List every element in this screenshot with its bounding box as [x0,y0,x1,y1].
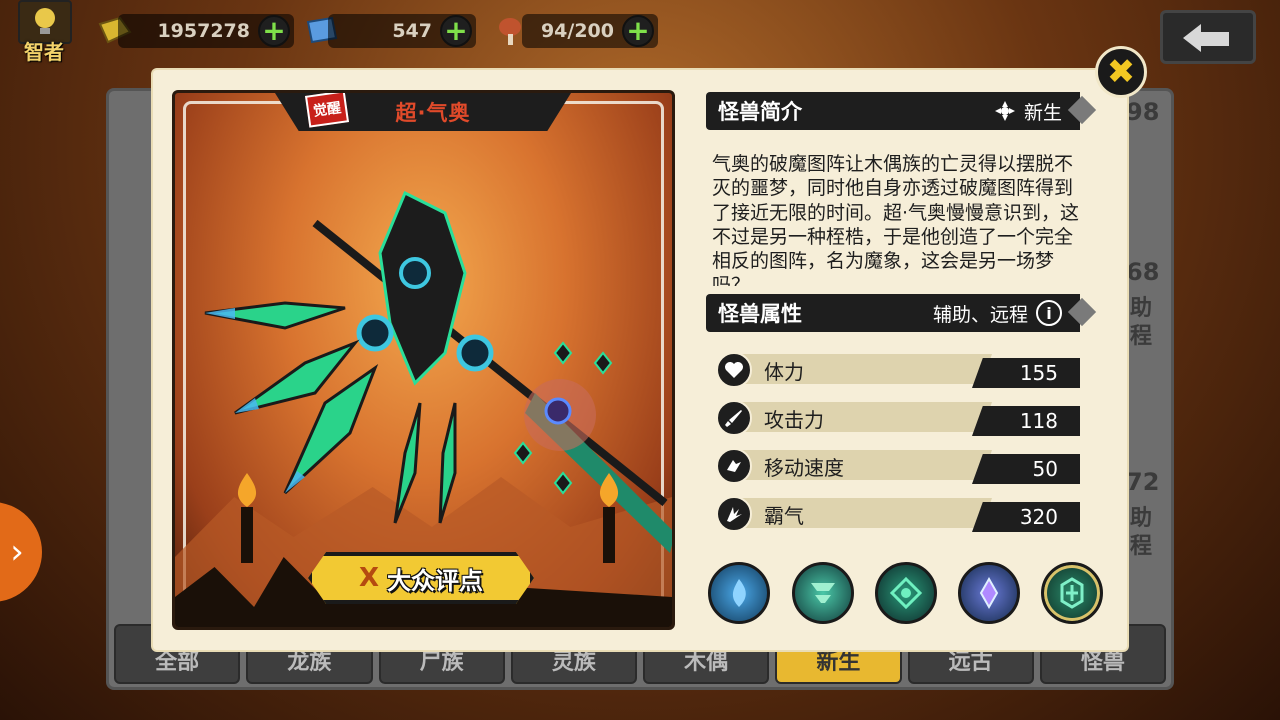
monster-card: 超·气奥 觉醒 [172,90,675,630]
stat-value: 50 [972,454,1080,484]
meat-value: 94/200 [540,20,614,42]
awaken-badge: 觉醒 [304,93,350,128]
speed-icon [716,448,752,484]
attributes-header: 怪兽属性 辅助、远程 i [706,294,1080,332]
stat-label: 攻击力 [764,408,824,432]
lightbulb-icon [35,8,55,34]
blue-flame-skill-icon [732,579,746,607]
stat-value: 118 [972,406,1080,436]
bg-number-1: 98 [1126,98,1160,126]
stat-label: 霸气 [764,504,804,528]
race-label: 新生 [994,98,1062,125]
stat-value: 320 [972,502,1080,532]
close-button[interactable]: ✖ [1095,46,1147,98]
stat-row-dominance: 320 霸气 [716,496,1080,532]
left-torch-icon [237,473,257,563]
heart-icon [716,352,752,388]
top-resource-bar: 智者 1957278 + 547 + 94/200 + [0,0,1280,64]
stat-row-speed: 50 移动速度 [716,448,1080,484]
add-meat-button[interactable]: + [622,15,654,47]
bg-number-2: 68 [1126,258,1160,286]
public-rating-button[interactable]: X 大众评点 [308,552,534,604]
purple-crystal-skill-icon [979,576,999,610]
skill-slot-4[interactable] [958,562,1020,624]
skill-list [708,562,1104,624]
rating-x-icon: X [358,563,380,593]
back-button[interactable] [1160,10,1256,64]
intro-title: 怪兽简介 [718,100,802,124]
skill-slot-5[interactable] [1041,562,1103,624]
claw-icon [716,496,752,532]
attack-types-text: 辅助、远程 [932,303,1028,326]
right-torch-icon [599,473,619,563]
green-tornado-skill-icon [811,583,835,603]
bg-side-text-4: 程 [1130,534,1153,559]
skill-slot-1[interactable] [708,562,770,624]
player-title: 智者 [24,40,64,64]
crystal-counter: 547 + [328,14,476,48]
skill-slot-3[interactable] [875,562,937,624]
stat-row-attack: 118 攻击力 [716,400,1080,436]
monster-description[interactable]: 气奥的破魔图阵让木偶族的亡灵得以摆脱不灭的噩梦，同时他自身亦透过破魔图阵得到了接… [712,152,1084,286]
side-expand-button[interactable]: › [0,502,42,602]
green-rune-skill-icon [889,576,923,610]
bg-number-3: 72 [1126,468,1160,496]
gold-counter: 1957278 + [118,14,294,48]
close-icon: ✖ [1106,52,1136,92]
monster-name: 超·气奥 [395,101,471,125]
rating-label: 大众评点 [387,566,484,595]
sword-icon [716,400,752,436]
crystal-value: 547 [392,20,432,42]
bg-side-text-2: 程 [1130,324,1153,349]
stat-label: 移动速度 [764,456,844,480]
gold-value: 1957278 [157,20,250,42]
add-crystal-button[interactable]: + [440,15,472,47]
green-glyph-skill-icon [1060,577,1084,609]
skill-slot-2[interactable] [792,562,854,624]
stat-row-hp: 155 体力 [716,352,1080,388]
back-arrow-icon [1183,24,1229,52]
add-gold-button[interactable]: + [258,15,290,47]
chevron-right-icon: › [10,532,24,572]
intro-header: 怪兽简介 新生 [706,92,1080,130]
attributes-title: 怪兽属性 [718,302,802,326]
info-icon[interactable]: i [1036,300,1062,326]
stat-label: 体力 [764,360,804,384]
race-name: 新生 [1023,101,1062,124]
stat-value: 155 [972,358,1080,388]
newborn-race-icon [994,101,1015,121]
attack-types: 辅助、远程 i [933,300,1062,327]
meat-counter: 94/200 + [522,14,658,48]
